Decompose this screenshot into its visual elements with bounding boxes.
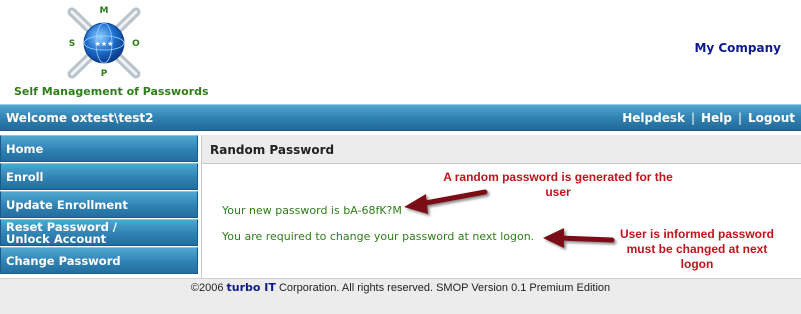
sidebar-item-update-enrollment[interactable]: Update Enrollment — [0, 191, 198, 218]
header: ★★★ M S O P Self Management of Passwords… — [0, 0, 801, 102]
page-title: Random Password — [210, 143, 335, 157]
smop-compass-logo-icon: ★★★ M S O P — [67, 6, 141, 79]
sidebar-item-label: Reset Password / — [6, 219, 118, 234]
sidebar-item-change-password[interactable]: Change Password — [0, 247, 198, 274]
annotation-random-password: A random password is generated for the u… — [440, 170, 676, 200]
logo-letter-s: S — [69, 39, 75, 49]
annotation-line: User is informed password — [619, 227, 775, 241]
footer: ©2006 turbo IT Corporation. All rights r… — [0, 278, 801, 314]
sidebar-item-label: Enroll — [6, 169, 44, 184]
footer-text: ©2006 turbo IT Corporation. All rights r… — [0, 281, 801, 294]
logo-letter-p: P — [101, 69, 108, 79]
logo-caption: Self Management of Passwords — [14, 85, 209, 98]
welcome-text: Welcome oxtest\test2 — [6, 111, 154, 125]
new-password-message: Your new password is bA-68fK?M — [222, 204, 402, 217]
top-nav-bar: Welcome oxtest\test2 Helpdesk | Help | Logou… — [0, 104, 801, 131]
link-separator: | — [737, 111, 742, 125]
annotation-line: A random password is generated for the — [443, 170, 673, 184]
link-separator: | — [691, 111, 696, 125]
copyright-rest: Corporation. All rights reserved. SMOP V… — [278, 282, 611, 294]
top-links: Helpdesk | Help | Logout — [622, 111, 795, 125]
company-name: My Company — [694, 41, 781, 55]
sidebar-item-label: Update Enrollment — [6, 197, 128, 212]
annotation-line: user — [545, 185, 571, 199]
sidebar-item-enroll[interactable]: Enroll — [0, 163, 198, 190]
change-required-message: You are required to change your password… — [222, 230, 535, 243]
logo-letter-o: O — [132, 39, 140, 49]
sidebar-item-home[interactable]: Home — [0, 135, 198, 162]
help-link[interactable]: Help — [701, 111, 732, 125]
logout-link[interactable]: Logout — [748, 111, 795, 125]
sidebar-item-reset-password[interactable]: Reset Password / Unlock Account — [0, 219, 198, 246]
panel-header: Random Password — [202, 135, 801, 164]
svg-text:★★★: ★★★ — [95, 40, 114, 48]
sidebar: Home Enroll Update Enrollment Reset Pass… — [0, 135, 200, 277]
sidebar-item-label: Home — [6, 141, 44, 156]
annotation-line: logon — [680, 257, 714, 271]
helpdesk-link[interactable]: Helpdesk — [622, 111, 685, 125]
copyright-year: ©2006 — [190, 282, 224, 294]
sidebar-item-label-line2: Unlock Account — [6, 231, 107, 246]
annotation-change-required: User is informed password must be change… — [612, 227, 782, 272]
brand-name: turbo IT — [226, 281, 276, 294]
logo-letter-m: M — [100, 6, 109, 16]
sidebar-item-label: Change Password — [6, 253, 121, 268]
annotation-line: must be changed at next — [626, 242, 768, 256]
